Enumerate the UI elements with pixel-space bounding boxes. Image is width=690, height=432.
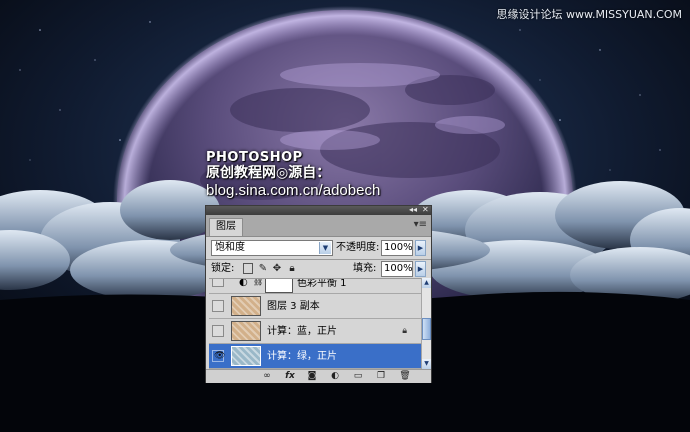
opacity-field[interactable]: 100% — [381, 240, 413, 256]
layer-row-layer-3-copy[interactable]: 图层 3 副本 — [209, 294, 421, 319]
link-icon[interactable]: ∞ — [260, 370, 274, 382]
trash-icon[interactable]: 🗑︎ — [398, 370, 412, 382]
layer-name: 色彩平衡 1 — [297, 278, 347, 289]
tab-layers[interactable]: 图层 — [209, 218, 243, 236]
lock-pixels-brush-icon[interactable]: ✎ — [258, 263, 268, 274]
layers-panel: ◂◂ ✕ 图层 ▾≡ 饱和度 ▼ 不透明度: 100% ▶ 锁定: ✎ ✥ 🔒︎… — [205, 205, 432, 383]
panel-menu-icon[interactable]: ▾≡ — [414, 219, 427, 230]
link-chain-icon: ⛓ — [253, 278, 264, 286]
new-layer-icon[interactable]: ❐ — [374, 370, 388, 382]
lock-position-move-icon[interactable]: ✥ — [272, 263, 282, 274]
mask-icon[interactable]: ◙ — [305, 370, 319, 382]
layer-thumbnail — [231, 321, 261, 341]
layer-thumbnail — [231, 296, 261, 316]
chevron-down-icon[interactable]: ▼ — [319, 242, 331, 254]
blend-mode-select[interactable]: 饱和度 ▼ — [211, 240, 333, 256]
layer-lock-icon: 🔒︎ — [402, 326, 407, 336]
eye-icon: 👁︎ — [214, 351, 226, 361]
layer-row-color-balance[interactable]: ◐ ⛓ 色彩平衡 1 — [209, 278, 421, 294]
layer-row-calc-green[interactable]: 👁︎ 计算：绿，正片 — [209, 344, 421, 369]
fill-label: 填充: — [353, 263, 377, 274]
lock-transparency-icon[interactable] — [243, 263, 253, 274]
visibility-toggle[interactable] — [212, 279, 224, 287]
adjustment-icon[interactable]: ◐ — [328, 370, 342, 382]
scroll-up-icon[interactable]: ▲ — [422, 278, 431, 288]
visibility-toggle[interactable] — [212, 300, 224, 312]
scroll-down-icon[interactable]: ▼ — [422, 359, 431, 369]
fill-slider-arrow-icon[interactable]: ▶ — [415, 261, 426, 277]
fx-icon[interactable]: fx — [283, 370, 297, 382]
blend-mode-value: 饱和度 — [215, 242, 245, 253]
opacity-label: 不透明度: — [336, 242, 380, 253]
group-icon[interactable]: ▭ — [351, 370, 365, 382]
credit-line-title: PHOTOSHOP — [206, 150, 303, 165]
fill-field[interactable]: 100% — [381, 261, 413, 277]
layer-name: 计算：绿，正片 — [267, 351, 337, 362]
layer-row-calc-blue[interactable]: 计算：蓝，正片 🔒︎ — [209, 319, 421, 344]
visibility-toggle[interactable] — [212, 325, 224, 337]
opacity-slider-arrow-icon[interactable]: ▶ — [415, 240, 426, 256]
layers-list: ◐ ⛓ 色彩平衡 1 图层 3 副本 计算：蓝，正片 🔒︎ 👁︎ 计算：绿，正片 — [209, 278, 421, 370]
scroll-thumb[interactable] — [422, 318, 431, 340]
layer-mask-thumbnail — [265, 279, 293, 293]
layers-scrollbar[interactable]: ▲ ▼ — [421, 278, 431, 369]
layer-thumbnail — [231, 346, 261, 366]
layer-name: 计算：蓝，正片 — [267, 326, 337, 337]
adjustment-layer-icon: ◐ — [239, 278, 248, 288]
credit-text: PHOTOSHOP 原创教程网◎源自： blog.sina.com.cn/ado… — [206, 150, 380, 200]
lock-label: 锁定: — [211, 263, 235, 274]
panel-bottom-bar: ∞ fx ◙ ◐ ▭ ❐ 🗑︎ — [206, 369, 431, 383]
site-watermark: 思缘设计论坛 www.MISSYUAN.COM — [496, 8, 682, 21]
lock-all-icon[interactable]: 🔒︎ — [287, 263, 297, 274]
panel-tab-row: 图层 ▾≡ — [206, 215, 431, 237]
credit-line-url: blog.sina.com.cn/adobech — [206, 182, 381, 199]
visibility-toggle[interactable]: 👁︎ — [212, 350, 226, 362]
divider — [206, 259, 431, 260]
credit-line-source: 原创教程网◎源自： — [206, 165, 331, 181]
panel-titlebar[interactable]: ◂◂ ✕ — [206, 205, 431, 215]
layer-name: 图层 3 副本 — [267, 301, 320, 312]
